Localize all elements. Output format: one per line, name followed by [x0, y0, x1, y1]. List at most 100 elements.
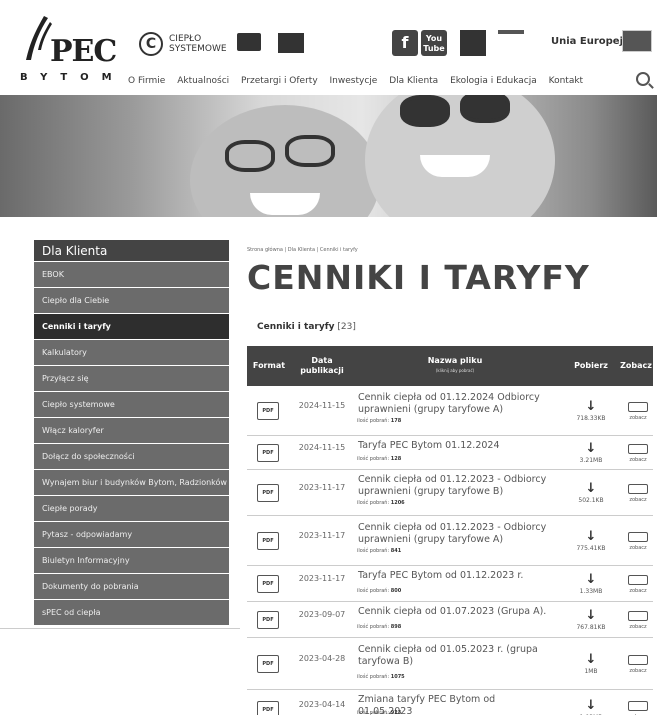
download-arrow-icon[interactable]: ↓ [576, 699, 606, 712]
cs-logo-line1: CIEPŁO [169, 34, 202, 44]
nav-o-firmie[interactable]: O Firmie [128, 76, 165, 86]
download-arrow-icon[interactable]: ↓ [576, 442, 606, 455]
pdf-file-icon[interactable]: PDF [257, 402, 279, 420]
row-download-count: ilość pobrań: 800 [357, 588, 401, 594]
row-date: 2024-11-15 [298, 401, 346, 410]
row-file-name[interactable]: Cennik ciepła od 01.12.2023 - Odbiorcy u… [358, 474, 548, 498]
search-icon[interactable] [636, 72, 650, 86]
row-download-count: ilość pobrań: 128 [357, 456, 401, 462]
pdf-file-icon[interactable]: PDF [257, 611, 279, 629]
view-label[interactable]: zobacz [622, 668, 654, 674]
pec-smog-logo-icon[interactable] [278, 33, 304, 53]
table-row[interactable]: PDF 2023-04-28 Cennik ciepła od 01.05.2023… [247, 638, 653, 690]
sidebar-item-wlacz-kaloryfer[interactable]: Włącz kaloryfer [34, 418, 229, 444]
row-file-name[interactable]: Cennik ciepła od 01.05.2023 r. (grupa ta… [358, 644, 548, 668]
monitor-icon[interactable] [628, 701, 648, 711]
view-label[interactable]: zobacz [622, 545, 654, 551]
table-row[interactable]: PDF 2023-04-14 Zmiana taryfy PEC Bytom od … [247, 690, 653, 715]
download-arrow-icon[interactable]: ↓ [576, 400, 606, 413]
sidebar-heading[interactable]: Dla Klienta [34, 240, 229, 262]
view-label[interactable]: zobacz [622, 415, 654, 421]
cieplo-systemowe-logo[interactable]: C CIEPŁO SYSTEMOWE [139, 32, 249, 56]
pdf-file-icon[interactable]: PDF [257, 575, 279, 593]
download-arrow-icon[interactable]: ↓ [576, 573, 606, 586]
youtube-icon[interactable]: You Tube [421, 30, 447, 56]
hero-banner [0, 95, 657, 217]
pdf-file-icon[interactable]: PDF [257, 701, 279, 715]
row-file-name[interactable]: Cennik ciepła od 01.12.2023 - Odbiorcy u… [358, 522, 548, 546]
pdf-file-icon[interactable]: PDF [257, 655, 279, 673]
monitor-logo-icon[interactable] [237, 33, 261, 51]
pdf-file-icon[interactable]: PDF [257, 532, 279, 550]
row-file-name[interactable]: Taryfa PEC Bytom 01.12.2024 [358, 440, 548, 452]
nav-kontakt[interactable]: Kontakt [549, 76, 583, 86]
facebook-icon[interactable]: f [392, 30, 418, 56]
view-label[interactable]: zobacz [622, 624, 654, 630]
monitor-icon[interactable] [628, 611, 648, 621]
table-row[interactable]: PDF 2024-11-15 Cennik ciepła od 01.12.2024… [247, 386, 653, 436]
monitor-icon[interactable] [628, 484, 648, 494]
breadcrumb[interactable]: Strona główna | Dla Klienta | Cenniki i … [247, 247, 358, 253]
nav-przetargi[interactable]: Przetargi i Oferty [241, 76, 318, 86]
download-count-value: 178 [390, 418, 402, 424]
ekm-logo-icon[interactable] [460, 30, 486, 56]
monitor-icon[interactable] [628, 402, 648, 412]
row-file-name[interactable]: Cennik ciepła od 01.12.2024 Odbiorcy upr… [358, 392, 548, 416]
download-count-prefix: ilość pobrań: [357, 548, 391, 554]
section-count: Cenniki i taryfy [23] [257, 322, 356, 332]
table-row[interactable]: PDF 2024-11-15 Taryfa PEC Bytom 01.12.2024… [247, 436, 653, 470]
sidebar-item-ebok[interactable]: EBOK [34, 262, 229, 288]
sunglasses-shape [460, 95, 510, 123]
sidebar-item-spec[interactable]: sPEC od ciepła [34, 600, 229, 626]
sidebar-item-pytasz[interactable]: Pytasz - odpowiadamy [34, 522, 229, 548]
table-row[interactable]: PDF 2023-09-07 Cennik ciepła od 01.07.2023… [247, 602, 653, 638]
sidebar-item-cieplo-systemowe[interactable]: Ciepło systemowe [34, 392, 229, 418]
download-count-prefix: ilość pobrań: [357, 674, 391, 680]
sidebar-item-biuletyn[interactable]: Biuletyn Informacyjny [34, 548, 229, 574]
monitor-icon[interactable] [628, 532, 648, 542]
nav-aktualnosci[interactable]: Aktualności [177, 76, 229, 86]
table-row[interactable]: PDF 2023-11-17 Cennik ciepła od 01.12.2023… [247, 516, 653, 566]
view-label[interactable]: zobacz [622, 588, 654, 594]
nav-dla-klienta[interactable]: Dla Klienta [389, 76, 438, 86]
download-arrow-icon[interactable]: ↓ [576, 482, 606, 495]
table-row[interactable]: PDF 2023-11-17 Cennik ciepła od 01.12.2023… [247, 470, 653, 516]
row-file-name[interactable]: Cennik ciepła od 01.07.2023 (Grupa A). [358, 606, 548, 618]
col-name: Nazwa pliku (kliknij aby pobrać) [357, 346, 553, 386]
monitor-icon[interactable] [628, 655, 648, 665]
nav-ekologia[interactable]: Ekologia i Edukacja [450, 76, 537, 86]
pec-bytom-logo[interactable]: PEC BYTOM [18, 14, 118, 84]
row-file-size: 1MB [584, 668, 598, 675]
sidebar-item-kalkulatory[interactable]: Kalkulatory [34, 340, 229, 366]
sidebar-item-przylacz[interactable]: Przyłącz się [34, 366, 229, 392]
divider [0, 628, 240, 629]
row-date: 2023-11-17 [298, 531, 346, 540]
monitor-icon[interactable] [628, 575, 648, 585]
sidebar-item-dokumenty[interactable]: Dokumenty do pobrania [34, 574, 229, 600]
nav-inwestycje[interactable]: Inwestycje [330, 76, 378, 86]
monitor-icon[interactable] [628, 444, 648, 454]
pdf-file-icon[interactable]: PDF [257, 444, 279, 462]
sidebar-item-cenniki[interactable]: Cenniki i taryfy [34, 314, 229, 340]
copyright-c-icon: C [139, 32, 163, 56]
sidebar-item-porady[interactable]: Ciepłe porady [34, 496, 229, 522]
bip-icon[interactable] [498, 30, 524, 44]
download-count-prefix: ilość pobrań: [357, 710, 391, 715]
download-arrow-icon[interactable]: ↓ [576, 530, 606, 543]
row-download-count: ilość pobrań: 1075 [357, 674, 405, 680]
sidebar-item-dolacz[interactable]: Dołącz do społeczności [34, 444, 229, 470]
download-count-prefix: ilość pobrań: [357, 500, 391, 506]
row-file-name[interactable]: Taryfa PEC Bytom od 01.12.2023 r. [358, 570, 548, 582]
pdf-file-icon[interactable]: PDF [257, 484, 279, 502]
sidebar-item-cieplo-dla-ciebie[interactable]: Ciepło dla Ciebie [34, 288, 229, 314]
download-count-prefix: ilość pobrań: [357, 588, 391, 594]
table-header: Format Data publikacji Nazwa pliku (klik… [247, 346, 653, 386]
download-arrow-icon[interactable]: ↓ [576, 609, 606, 622]
download-arrow-icon[interactable]: ↓ [576, 653, 606, 666]
table-row[interactable]: PDF 2023-11-17 Taryfa PEC Bytom od 01.12.2… [247, 566, 653, 602]
view-label[interactable]: zobacz [622, 497, 654, 503]
row-file-size: 775.41KB [576, 545, 606, 552]
sidebar-item-wynajem[interactable]: Wynajem biur i budynków Bytom, Radzionkó… [34, 470, 229, 496]
sunglasses-shape [225, 140, 275, 172]
view-label[interactable]: zobacz [622, 457, 654, 463]
